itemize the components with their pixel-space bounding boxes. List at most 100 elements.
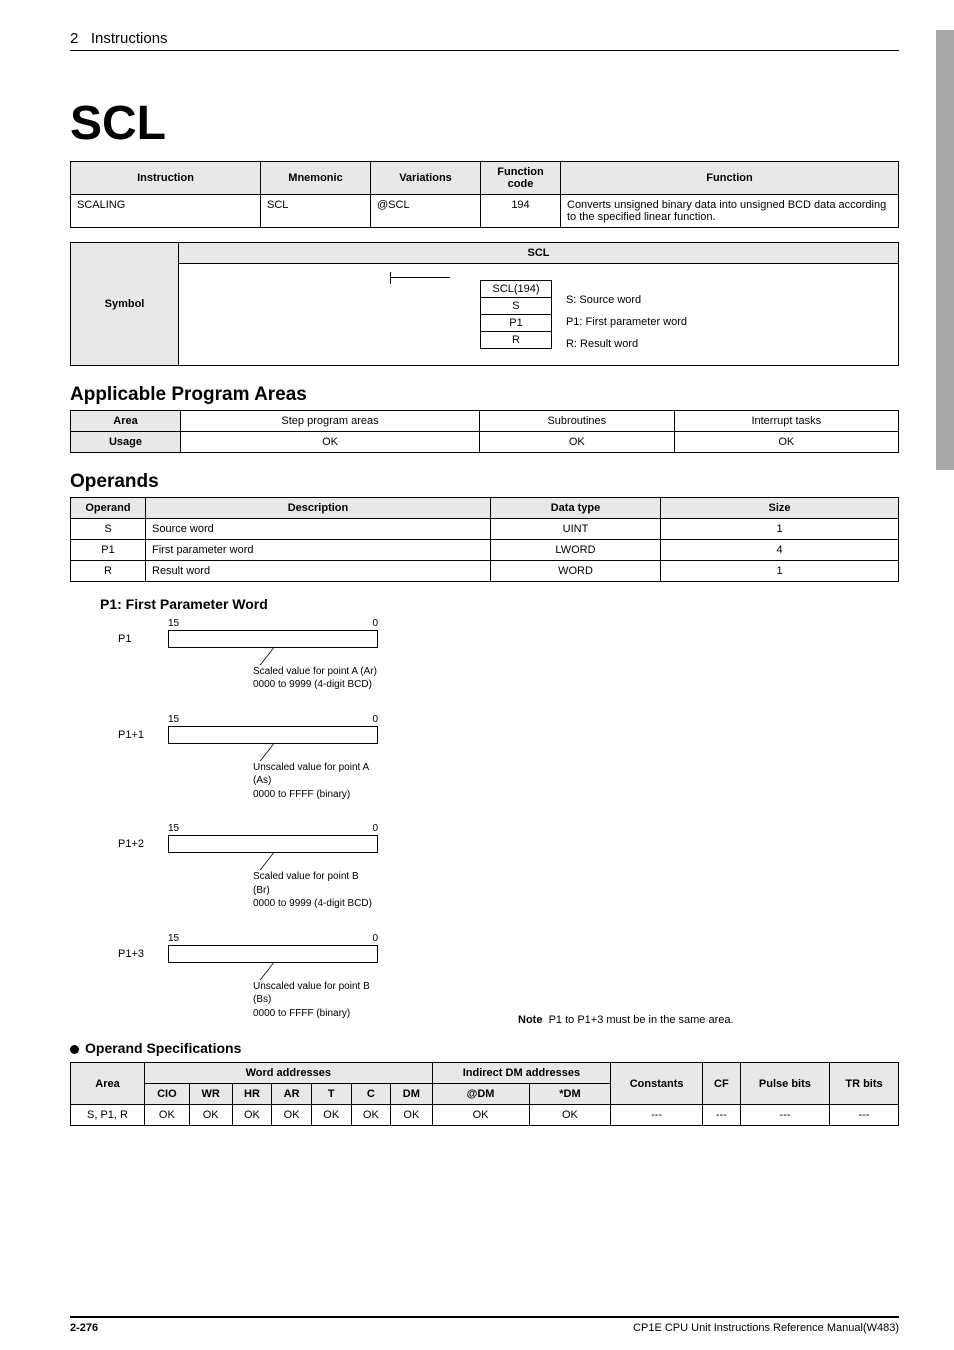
def-p1: P1: First parameter word — [566, 312, 687, 333]
td-8: OK — [529, 1105, 611, 1126]
td-0: OK — [145, 1105, 190, 1126]
th-t: T — [311, 1084, 351, 1105]
td-size: 1 — [661, 518, 899, 539]
th-func: Function — [561, 162, 899, 195]
td-11: --- — [740, 1105, 829, 1126]
td-func: Converts unsigned binary data into unsig… — [561, 195, 899, 228]
block-defs: S: Source word P1: First parameter word … — [566, 274, 687, 355]
bit-lo: 0 — [372, 933, 378, 944]
sub-title-p1: P1: First Parameter Word — [100, 596, 899, 612]
td-4: OK — [311, 1105, 351, 1126]
bullet-icon — [70, 1045, 79, 1054]
td-usage: Usage — [71, 431, 181, 452]
table-row: S, P1, R OK OK OK OK OK OK OK OK OK --- … — [71, 1105, 899, 1126]
td-op: S — [71, 518, 146, 539]
th-adm: @DM — [432, 1084, 529, 1105]
pw-tag-0: P1 — [118, 630, 154, 645]
ladder-rung — [390, 277, 450, 278]
th-cio: CIO — [145, 1084, 190, 1105]
bit-hi: 15 — [168, 618, 179, 629]
pw-desc1a: Unscaled value for point A (As) — [253, 762, 369, 787]
bit-lo: 0 — [372, 618, 378, 629]
td-size: 4 — [661, 539, 899, 560]
note-line: Note P1 to P1+3 must be in the same area… — [518, 1014, 899, 1026]
td-1: OK — [189, 1105, 232, 1126]
td-sub: OK — [480, 431, 675, 452]
td-dtype: WORD — [491, 560, 661, 581]
block-p1: P1 — [480, 315, 552, 332]
table-instruction: Instruction Mnemonic Variations Function… — [70, 161, 899, 228]
td-dtype: UINT — [491, 518, 661, 539]
pw-tag-2: P1+2 — [118, 835, 154, 850]
td-10: --- — [702, 1105, 740, 1126]
table-spec: Area Word addresses Indirect DM addresse… — [70, 1062, 899, 1126]
spec-title-text: Operand Specifications — [85, 1040, 241, 1056]
td-desc: Result word — [146, 560, 491, 581]
footer-manual: CP1E CPU Unit Instructions Reference Man… — [633, 1322, 899, 1334]
breadcrumb: 2 Instructions — [70, 30, 899, 47]
th-fcode: Function code — [481, 162, 561, 195]
th-size: Size — [661, 497, 899, 518]
td-desc: Source word — [146, 518, 491, 539]
block-top: SCL(194) — [480, 280, 552, 298]
pw-desc3a: Unscaled value for point B (Bs) — [253, 981, 370, 1006]
block-s: S — [480, 298, 552, 315]
pw-desc2b: 0000 to 9999 (4-digit BCD) — [253, 898, 372, 909]
td-7: OK — [432, 1105, 529, 1126]
def-s: S: Source word — [566, 290, 687, 311]
th-var: Variations — [371, 162, 481, 195]
td-var: @SCL — [371, 195, 481, 228]
sec-title-operands: Operands — [70, 471, 899, 493]
pw-tag-1: P1+1 — [118, 726, 154, 741]
td-dtype: LWORD — [491, 539, 661, 560]
note-text: P1 to P1+3 must be in the same area. — [549, 1014, 734, 1026]
sec-title-areas: Applicable Program Areas — [70, 384, 899, 406]
td-step: OK — [181, 431, 480, 452]
td-op: P1 — [71, 539, 146, 560]
th-dtype: Data type — [491, 497, 661, 518]
symbol-cell: SCL(194) S P1 R S: Source word P1: First… — [179, 264, 899, 366]
th-mnem: Mnemonic — [261, 162, 371, 195]
th-hr: HR — [232, 1084, 272, 1105]
pw-tag-3: P1+3 — [118, 945, 154, 960]
footer-page: 2-276 — [70, 1322, 98, 1334]
chapter-title: Instructions — [91, 30, 168, 47]
table-row: Usage OK OK OK — [71, 431, 899, 452]
block-r: R — [480, 332, 552, 349]
td-6: OK — [391, 1105, 432, 1126]
ladder-block: SCL(194) S P1 R — [480, 280, 552, 349]
th-desc: Description — [146, 497, 491, 518]
th-scl: SCL — [179, 243, 899, 264]
td-op: R — [71, 560, 146, 581]
th-cf: CF — [702, 1063, 740, 1105]
th-wr: WR — [189, 1084, 232, 1105]
table-row: P1 First parameter word LWORD 4 — [71, 539, 899, 560]
pw-desc0b: 0000 to 9999 (4-digit BCD) — [253, 679, 372, 690]
th-instr: Instruction — [71, 162, 261, 195]
th-idm-group: Indirect DM addresses — [432, 1063, 611, 1084]
th-sdm: *DM — [529, 1084, 611, 1105]
th-sub: Subroutines — [480, 410, 675, 431]
parameter-diagram: 15 0 P1 Scaled value for point A (Ar) 00… — [118, 618, 899, 1027]
table-areas: Area Step program areas Subroutines Inte… — [70, 410, 899, 453]
th-tr: TR bits — [829, 1063, 898, 1105]
td-12: --- — [829, 1105, 898, 1126]
td-int: OK — [674, 431, 898, 452]
td-size: 1 — [661, 560, 899, 581]
td-symbol-label: Symbol — [71, 243, 179, 366]
th-area: Area — [71, 410, 181, 431]
td-desc: First parameter word — [146, 539, 491, 560]
bit-hi: 15 — [168, 933, 179, 944]
table-operands: Operand Description Data type Size S Sou… — [70, 497, 899, 582]
bit-lo: 0 — [372, 823, 378, 834]
th-ar: AR — [272, 1084, 312, 1105]
sub-title-spec: Operand Specifications — [70, 1040, 899, 1056]
th-area: Area — [71, 1063, 145, 1105]
table-symbol: Symbol SCL SCL(194) S P1 R — [70, 242, 899, 366]
th-c: C — [351, 1084, 391, 1105]
page-title: SCL — [70, 96, 899, 151]
side-tab — [936, 30, 954, 470]
td-2: OK — [232, 1105, 272, 1126]
td-5: OK — [351, 1105, 391, 1126]
chapter-num: 2 — [70, 30, 78, 47]
